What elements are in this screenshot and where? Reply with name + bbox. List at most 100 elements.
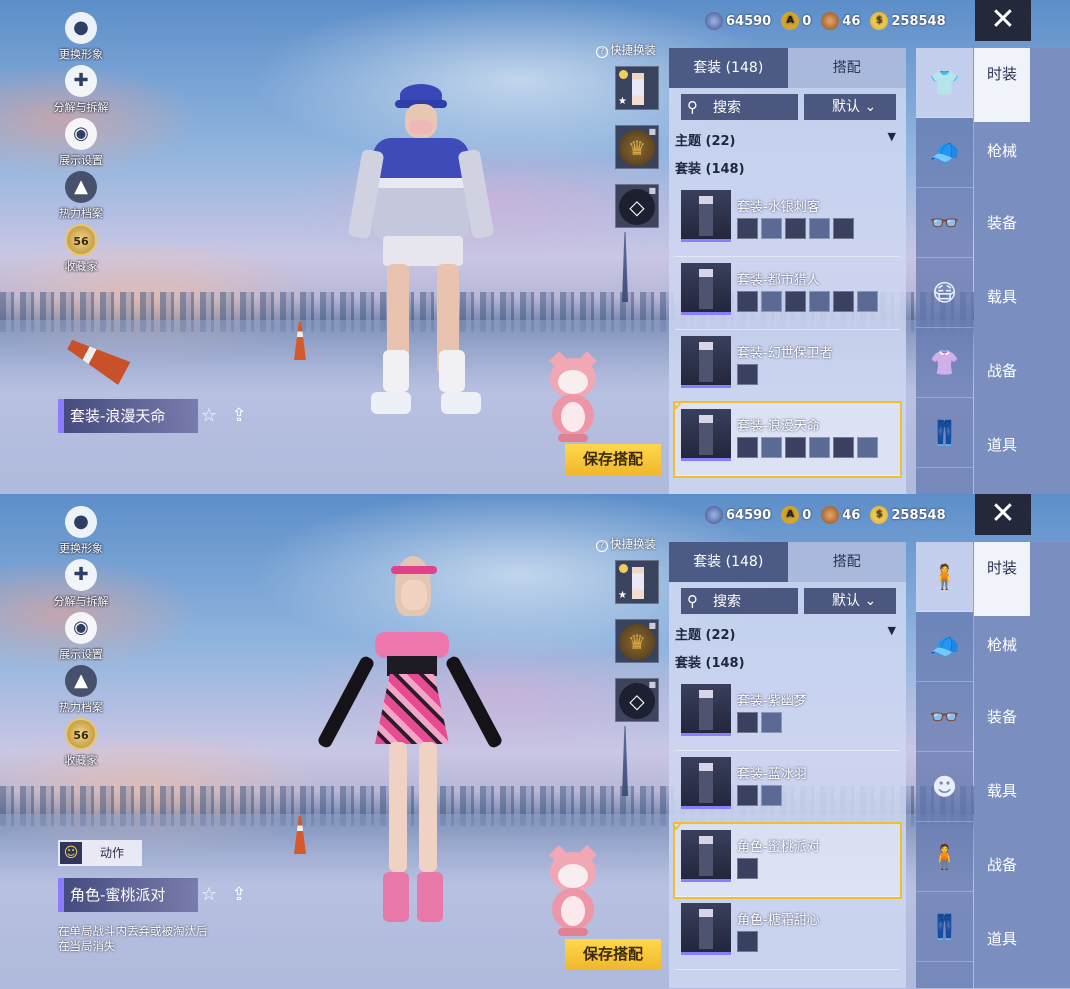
tab-guns[interactable]: 枪械 [974, 636, 1030, 655]
outfit-part-thumbnail[interactable] [761, 712, 782, 733]
collector-button[interactable]: 56 收藏家 [48, 718, 114, 771]
tab-vehicles[interactable]: 载具 [974, 288, 1030, 307]
outfit-part-thumbnail[interactable] [833, 218, 854, 239]
outfit-list-item[interactable]: 角色-糖霜甜心 [675, 897, 900, 970]
heat-archive-button[interactable]: ▲ 热力档案 [48, 665, 114, 718]
outfit-part-thumbnail[interactable] [809, 218, 830, 239]
tab-items[interactable]: 道具 [974, 436, 1030, 455]
outfit-part-thumbnail[interactable] [785, 291, 806, 312]
outfit-part-thumbnail[interactable] [857, 437, 878, 458]
outfit-list-item[interactable]: 套装-紫幽梦 [675, 678, 900, 751]
outfit-part-thumbnail[interactable] [737, 858, 758, 879]
outfit-list-item[interactable]: 套装-都市猎人 [675, 257, 900, 330]
collector-button[interactable]: 56 收藏家 [48, 224, 114, 277]
outfit-part-thumbnail[interactable] [785, 437, 806, 458]
tab-equipment[interactable]: 装备 [974, 214, 1030, 233]
category-hat-icon[interactable]: 🧢 [916, 612, 973, 682]
quick-slot-diamond[interactable]: ■ ◇ [615, 184, 659, 228]
outfit-part-thumbnail[interactable] [833, 437, 854, 458]
share-icon[interactable]: ⇪ [228, 405, 250, 427]
search-input[interactable]: ⚲ 搜索 [681, 94, 798, 120]
outfit-list-item[interactable]: ✔ 套装-浪漫天命 [673, 399, 902, 478]
tab-vehicles[interactable]: 载具 [974, 782, 1030, 801]
outfit-part-thumbnail[interactable] [737, 291, 758, 312]
category-top-icon[interactable]: 👚 [916, 328, 973, 398]
character-model-peach-party[interactable] [316, 556, 504, 936]
category-outfit-icon[interactable]: 👕 [916, 48, 973, 118]
outfit-part-thumbnail[interactable] [785, 218, 806, 239]
outfit-part-thumbnail[interactable] [737, 712, 758, 733]
category-mask-icon[interactable]: ☻ [916, 752, 973, 822]
quick-slot-diamond[interactable]: ■ ◇ [615, 678, 659, 722]
search-input[interactable]: ⚲ 搜索 [681, 588, 798, 614]
display-settings-button[interactable]: ◉ 展示设置 [48, 612, 114, 665]
tab-supplies[interactable]: 战备 [974, 362, 1030, 381]
theme-filter[interactable]: 主题 (22) ▼ [675, 624, 896, 643]
outfit-part-thumbnail[interactable] [761, 218, 782, 239]
category-pants-icon[interactable]: 👖 [916, 398, 973, 468]
emote-button[interactable]: ☺ 动作 [58, 840, 142, 866]
category-body-icon[interactable]: 🧍 [916, 822, 973, 892]
tab-supplies[interactable]: 战备 [974, 856, 1030, 875]
quick-slot-trophy[interactable]: ■ ♛ [615, 619, 659, 663]
outfit-part-thumbnail[interactable] [761, 437, 782, 458]
tab-suits[interactable]: 套装 (148) [669, 48, 788, 88]
outfit-part-thumbnail[interactable] [833, 291, 854, 312]
favorite-star-icon[interactable]: ☆ [198, 405, 220, 427]
change-appearance-button[interactable]: ● 更换形象 [48, 12, 114, 65]
quick-slot-trophy[interactable]: ■ ♛ [615, 125, 659, 169]
outfit-part-thumbnail[interactable] [809, 291, 830, 312]
outfit-part-thumbnail[interactable] [809, 437, 830, 458]
disassemble-button[interactable]: ✚ 分解与拆解 [48, 559, 114, 612]
display-settings-button[interactable]: ◉ 展示设置 [48, 118, 114, 171]
outfit-part-thumbnail[interactable] [737, 931, 758, 952]
outfit-part-thumbnail[interactable] [737, 785, 758, 806]
tab-match[interactable]: 搭配 [787, 48, 906, 88]
outfit-parts [737, 291, 878, 312]
uc-currency[interactable]: $258548 [870, 12, 946, 30]
close-button[interactable]: ✕ [975, 0, 1031, 41]
quick-change-button[interactable]: ? 快捷换装 [596, 42, 656, 58]
tab-match[interactable]: 搭配 [787, 542, 906, 582]
tab-fashion[interactable]: 时装 [974, 542, 1030, 616]
tab-guns[interactable]: 枪械 [974, 142, 1030, 161]
category-mask-icon[interactable]: 😷 [916, 258, 973, 328]
outfit-part-thumbnail[interactable] [737, 218, 758, 239]
save-outfit-button[interactable]: 保存搭配 [565, 939, 661, 970]
tab-suits[interactable]: 套装 (148) [669, 542, 788, 582]
category-pants-icon[interactable]: 👖 [916, 892, 973, 962]
pet-companion[interactable] [546, 351, 600, 444]
outfit-list-item[interactable]: 套装-水银刺客 [675, 184, 900, 257]
share-icon[interactable]: ⇪ [228, 884, 250, 906]
disassemble-button[interactable]: ✚ 分解与拆解 [48, 65, 114, 118]
outfit-part-thumbnail[interactable] [737, 437, 758, 458]
category-glasses-icon[interactable]: 👓 [916, 188, 973, 258]
heat-archive-button[interactable]: ▲ 热力档案 [48, 171, 114, 224]
tab-equipment[interactable]: 装备 [974, 708, 1030, 727]
quick-slot-character[interactable]: ★ [615, 66, 659, 110]
save-outfit-button[interactable]: 保存搭配 [565, 444, 661, 475]
sort-dropdown[interactable]: 默认 ⌄ [804, 588, 896, 614]
pet-companion[interactable] [546, 845, 600, 938]
outfit-list-item[interactable]: 套装-蓝冰羽 [675, 751, 900, 824]
outfit-part-thumbnail[interactable] [857, 291, 878, 312]
tab-fashion[interactable]: 时装 [974, 48, 1030, 122]
character-model-casual[interactable] [345, 70, 495, 440]
outfit-part-thumbnail[interactable] [761, 785, 782, 806]
outfit-list-item[interactable]: 套装-幻世保卫者 [675, 330, 900, 403]
category-character-icon[interactable]: 🧍 [916, 542, 973, 612]
quick-slot-character[interactable]: ★ [615, 560, 659, 604]
favorite-star-icon[interactable]: ☆ [198, 884, 220, 906]
outfit-part-thumbnail[interactable] [737, 364, 758, 385]
tab-items[interactable]: 道具 [974, 930, 1030, 949]
theme-filter[interactable]: 主题 (22) ▼ [675, 130, 896, 149]
uc-currency[interactable]: $258548 [870, 506, 946, 524]
sort-dropdown[interactable]: 默认 ⌄ [804, 94, 896, 120]
quick-change-button[interactable]: ? 快捷换装 [596, 536, 656, 552]
category-glasses-icon[interactable]: 👓 [916, 682, 973, 752]
outfit-part-thumbnail[interactable] [761, 291, 782, 312]
category-hat-icon[interactable]: 🧢 [916, 118, 973, 188]
close-button[interactable]: ✕ [975, 494, 1031, 535]
outfit-list-item[interactable]: ✔ 角色-蜜桃派对 [673, 820, 902, 899]
change-appearance-button[interactable]: ● 更换形象 [48, 506, 114, 559]
